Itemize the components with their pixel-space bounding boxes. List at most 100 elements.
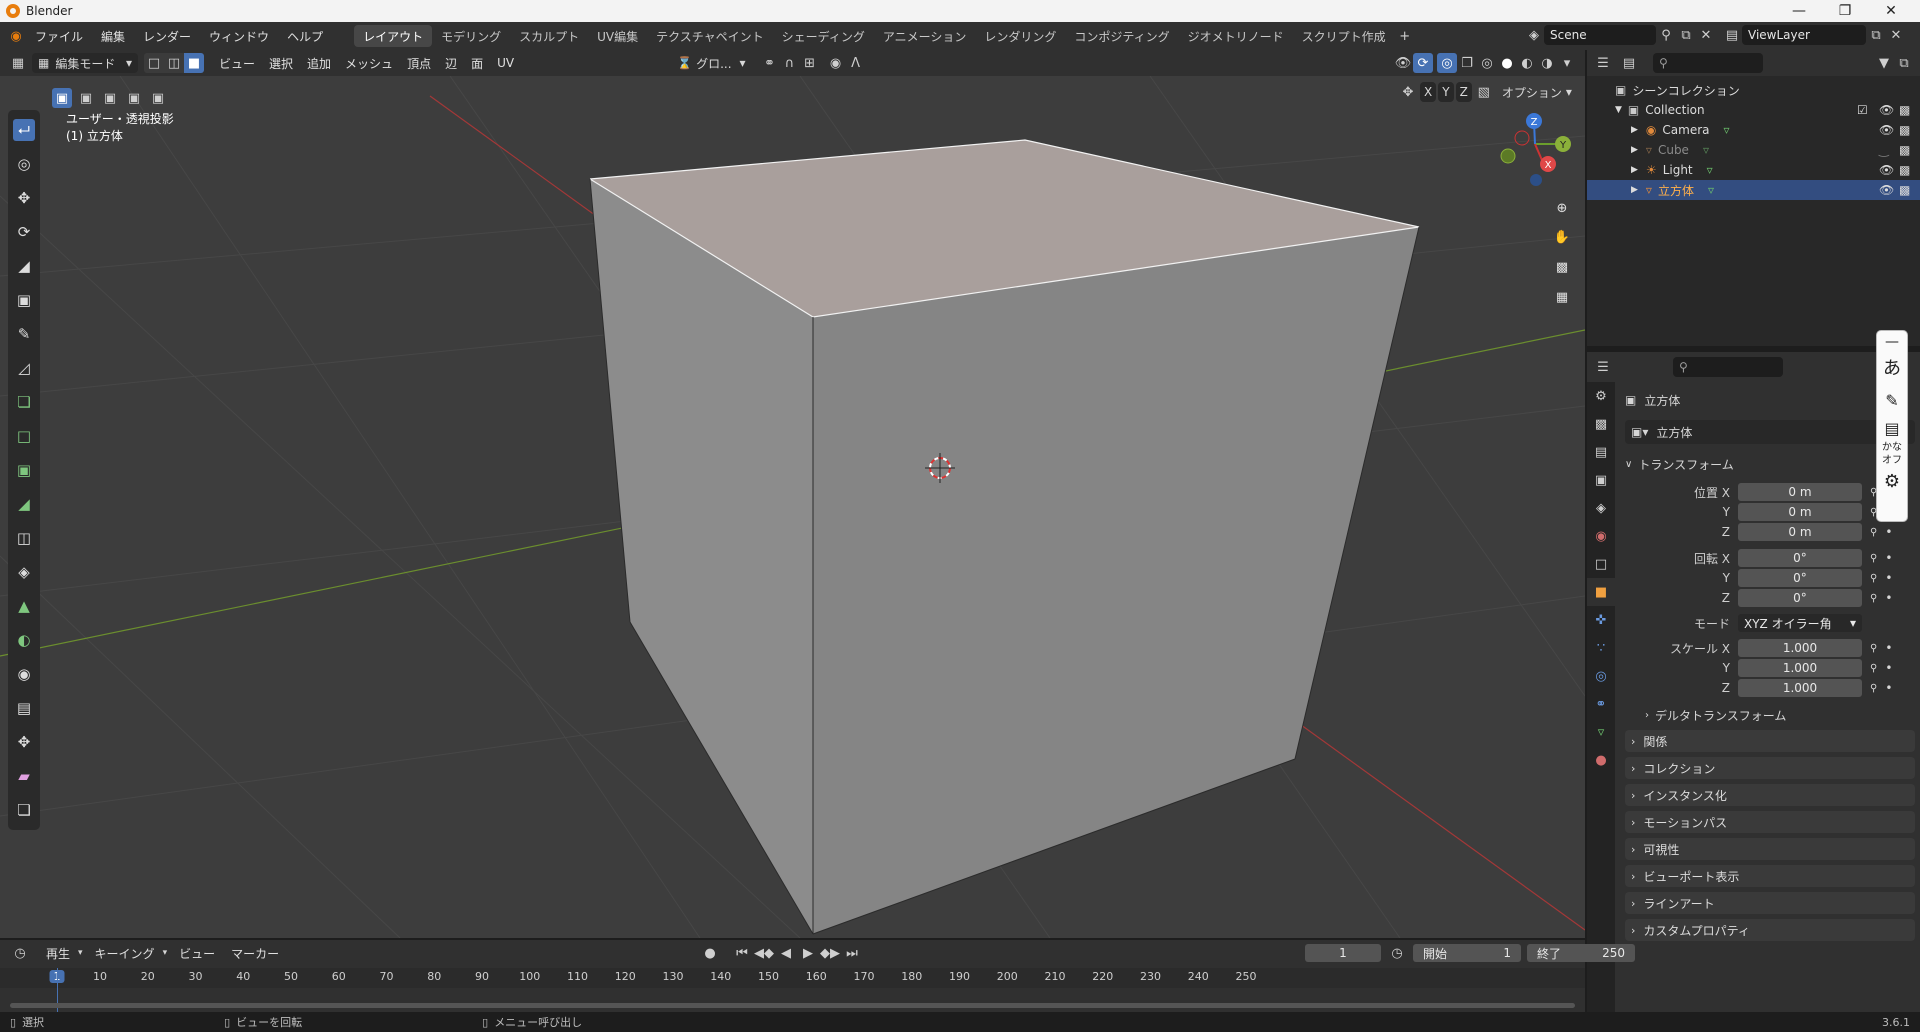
object-data-icon[interactable]: ▿	[1708, 183, 1714, 197]
next-keyframe-icon[interactable]: ◆▶	[820, 943, 840, 963]
knife-tool[interactable]: ◈	[8, 555, 40, 589]
blender-menu-icon[interactable]: ◉	[6, 26, 26, 46]
close-button[interactable]: ✕	[1868, 0, 1914, 22]
restore-button[interactable]: ❐	[1822, 0, 1868, 22]
timeline-menu-item[interactable]: 再生	[38, 942, 78, 964]
select-box-tool[interactable]: ⮠	[8, 113, 40, 147]
add-cube-tool[interactable]: ❏	[8, 385, 40, 419]
menu-item[interactable]: ファイル	[26, 25, 92, 47]
viewport-menu-item[interactable]: 頂点	[400, 52, 438, 74]
annotate-tool[interactable]: ✎	[8, 317, 40, 351]
particles-tab-icon[interactable]: ∵	[1587, 634, 1615, 662]
scale-y-field[interactable]: 1.000	[1738, 659, 1862, 677]
object-type-icon[interactable]: ▣▾	[1631, 425, 1648, 439]
zoom-icon[interactable]: ⊕	[1548, 194, 1576, 222]
loop-cut-tool[interactable]: ◫	[8, 521, 40, 555]
poly-build-tool[interactable]: ▲	[8, 589, 40, 623]
timeline-scrollbar[interactable]	[10, 1003, 1575, 1008]
face-select-icon[interactable]: ■	[184, 53, 204, 73]
shading-options-icon[interactable]: ▾	[1557, 53, 1577, 73]
collapsed-panel-header[interactable]: › 可視性	[1625, 838, 1915, 860]
scene-icon[interactable]: ◈	[1524, 25, 1544, 45]
rendered-shading-icon[interactable]: ◑	[1537, 53, 1557, 73]
modifier-tab-icon[interactable]: ✜	[1587, 606, 1615, 634]
timeline-menu-item[interactable]: キーイング	[87, 942, 163, 964]
keyframe-dot-icon[interactable]: •	[1885, 681, 1892, 695]
collapsed-panel-header[interactable]: › コレクション	[1625, 757, 1915, 779]
scene-tab-icon[interactable]: ◈	[1587, 494, 1615, 522]
scale-tool[interactable]: ◢	[8, 249, 40, 283]
collection-exclude-checkbox[interactable]: ☑	[1857, 103, 1868, 117]
ime-collapse-icon[interactable]: —	[1877, 331, 1907, 353]
inset-tool[interactable]: ▣	[8, 453, 40, 487]
workspace-tab[interactable]: モデリング	[432, 25, 510, 47]
lock-icon[interactable]: ⚲	[1870, 683, 1877, 694]
workspace-tab[interactable]: レイアウト	[354, 25, 433, 47]
mode-dropdown[interactable]: ▦ 編集モード ▾	[32, 53, 138, 73]
viewport-menu-item[interactable]: 選択	[262, 52, 300, 74]
jump-end-icon[interactable]: ⏭	[842, 943, 862, 963]
select-intersect-icon[interactable]: ▣	[148, 88, 168, 108]
keyframe-dot-icon[interactable]: •	[1885, 571, 1892, 585]
ime-dictionary-icon[interactable]: ▤	[1877, 417, 1907, 441]
solid-shading-icon[interactable]: ●	[1497, 53, 1517, 73]
transform-tool[interactable]: ▣	[8, 283, 40, 317]
lock-icon[interactable]: ⚲	[1870, 663, 1877, 674]
collection-render-icon[interactable]: ▩	[1899, 103, 1910, 117]
constraints-tab-icon[interactable]: ⚭	[1587, 690, 1615, 718]
data-tab-icon[interactable]: ▿	[1587, 718, 1615, 746]
outliner-object-row[interactable]: ▶ ☀ Light ▿ 👁 ▩	[1587, 160, 1920, 180]
scale-z-field[interactable]: 1.000	[1738, 679, 1862, 697]
proportional-edit-icon[interactable]: ◉	[826, 53, 846, 73]
play-reverse-icon[interactable]: ◀	[776, 943, 796, 963]
rotation-mode-dropdown[interactable]: XYZ オイラー角 ▾	[1738, 614, 1862, 632]
cursor-tool[interactable]: ◎	[8, 147, 40, 181]
axis-z-toggle[interactable]: Z	[1455, 82, 1472, 102]
collapsed-panel-header[interactable]: › モーションパス	[1625, 811, 1915, 833]
expand-arrow-icon[interactable]: ▶	[1631, 165, 1638, 175]
properties-search-input[interactable]: ⚲	[1673, 357, 1783, 377]
record-icon[interactable]: ●	[700, 943, 720, 963]
new-collection-icon[interactable]: ⧉	[1894, 53, 1914, 73]
3d-viewport[interactable]: Z Y X ▣ ▣ ▣ ▣ ▣ ユーザー・透視投影 (1) 立方体 ✥ X Y …	[0, 76, 1585, 938]
delete-viewlayer-icon[interactable]: ✕	[1886, 25, 1906, 45]
editor-type-icon[interactable]: ▦	[8, 53, 28, 73]
outliner-object-row[interactable]: ▶ ◉ Camera ▿ 👁 ▩	[1587, 120, 1920, 140]
outliner-object-row[interactable]: ▶ ▿ Cube ▿ ‿ ▩	[1587, 140, 1920, 160]
workspace-tab[interactable]: テクスチャペイント	[647, 25, 773, 47]
wireframe-shading-icon[interactable]: ◎	[1477, 53, 1497, 73]
jump-start-icon[interactable]: ⏮	[732, 943, 752, 963]
new-viewlayer-icon[interactable]: ⧉	[1866, 25, 1886, 45]
transform-panel-header[interactable]: ∨ トランスフォーム	[1625, 453, 1915, 475]
collapsed-panel-header[interactable]: › インスタンス化	[1625, 784, 1915, 806]
gizmo-toggle-icon[interactable]: ⟳	[1413, 53, 1433, 73]
collection-visibility-icon[interactable]: 👁	[1879, 103, 1894, 117]
visibility-icon[interactable]: 👁	[1393, 53, 1413, 73]
snap-icon[interactable]: ∩	[780, 53, 800, 73]
outliner-search-input[interactable]: ⚲	[1653, 53, 1763, 73]
bevel-tool[interactable]: ◢	[8, 487, 40, 521]
expand-arrow-icon[interactable]: ▶	[1631, 145, 1638, 155]
output-tab-icon[interactable]: ▤	[1587, 438, 1615, 466]
new-scene-icon[interactable]: ⧉	[1676, 25, 1696, 45]
collapsed-panel-header[interactable]: › ラインアート	[1625, 892, 1915, 914]
viewport-menu-item[interactable]: ビュー	[212, 52, 262, 74]
scale-x-field[interactable]: 1.000	[1738, 639, 1862, 657]
rotation-z-field[interactable]: 0°	[1738, 589, 1862, 607]
viewport-menu-item[interactable]: 追加	[300, 52, 338, 74]
move-tool[interactable]: ✥	[8, 181, 40, 215]
viewport-menu-item[interactable]: 面	[464, 52, 490, 74]
properties-editor-icon[interactable]: ☰	[1593, 357, 1613, 377]
viewport-menu-item[interactable]: UV	[490, 52, 521, 74]
workspace-tab[interactable]: UV編集	[588, 25, 647, 47]
spin-tool[interactable]: ◐	[8, 623, 40, 657]
tool-tab-icon[interactable]: ⚙	[1587, 382, 1615, 410]
lock-icon[interactable]: ⚲	[1870, 643, 1877, 654]
minimize-button[interactable]: —	[1776, 0, 1822, 22]
timeline-menu-item[interactable]: マーカー	[223, 942, 287, 964]
menu-item[interactable]: 編集	[92, 25, 134, 47]
axis-y-toggle[interactable]: Y	[1438, 82, 1454, 102]
material-shading-icon[interactable]: ◐	[1517, 53, 1537, 73]
ime-pad-icon[interactable]: ✎	[1877, 385, 1907, 417]
workspace-tab[interactable]: シェーディング	[773, 25, 874, 47]
